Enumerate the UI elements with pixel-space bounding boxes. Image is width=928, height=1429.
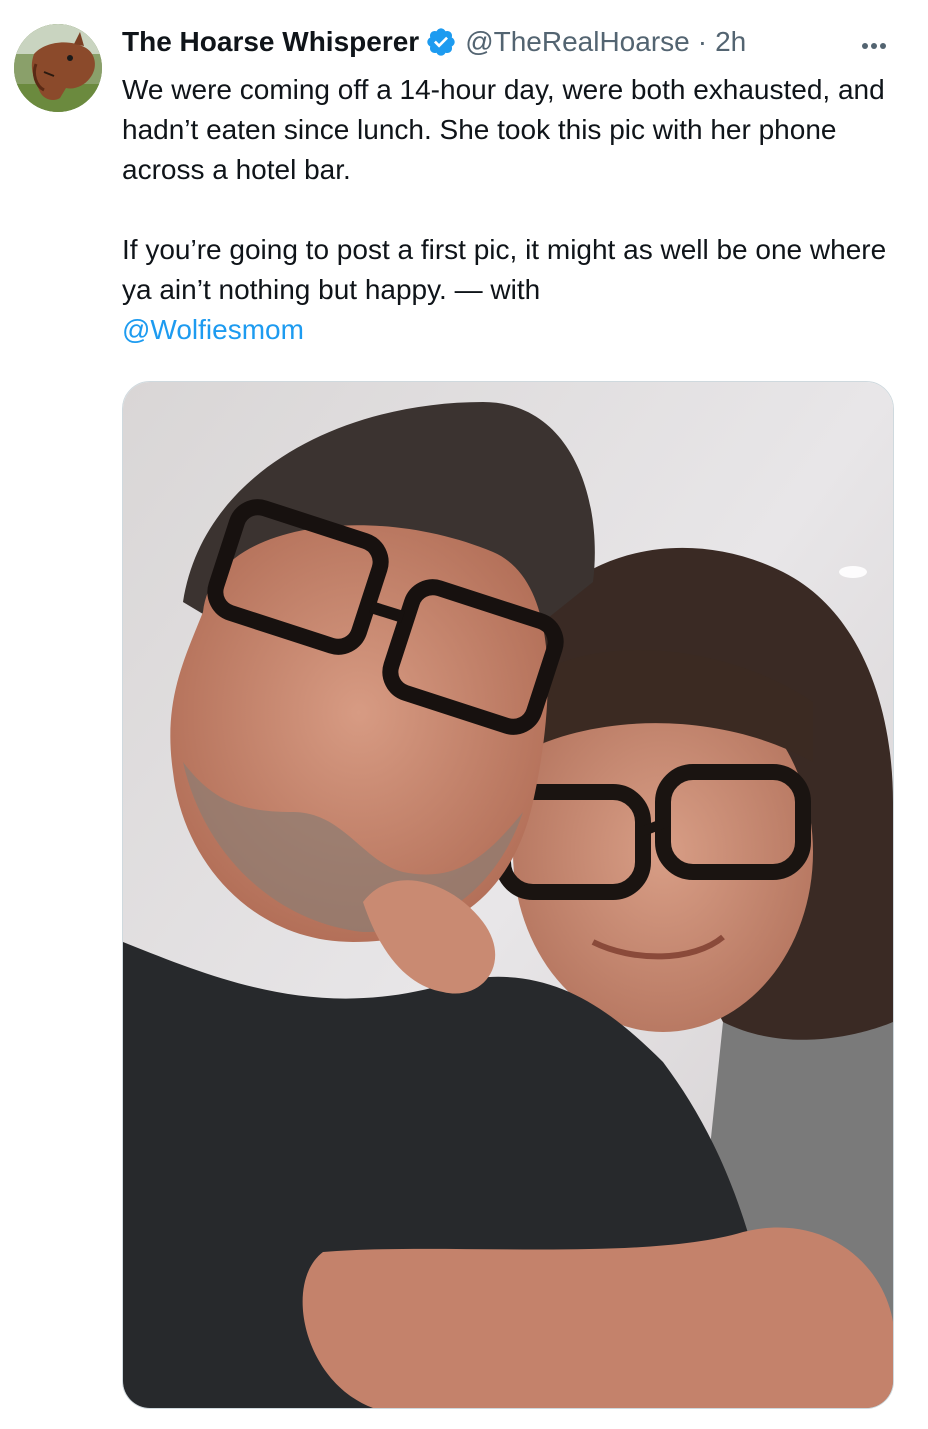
tweet-paragraph-text: If you’re going to post a first pic, it … bbox=[122, 234, 887, 305]
more-options-icon[interactable] bbox=[856, 26, 892, 62]
author-avatar[interactable] bbox=[14, 24, 102, 112]
tweet-text: We were coming off a 14-hour day, were b… bbox=[122, 70, 902, 350]
separator-dot: · bbox=[697, 26, 708, 57]
tweet-timestamp[interactable]: 2h bbox=[715, 26, 746, 58]
horse-head-avatar-icon bbox=[14, 24, 102, 112]
mention-link[interactable]: @Wolfiesmom bbox=[122, 314, 304, 345]
tweet-paragraph: We were coming off a 14-hour day, were b… bbox=[122, 74, 885, 185]
author-handle[interactable]: @TheRealHoarse bbox=[465, 26, 690, 58]
selfie-photo-image bbox=[123, 382, 893, 1408]
author-display-name[interactable]: The Hoarse Whisperer bbox=[122, 26, 419, 58]
tweet-paragraph: If you’re going to post a first pic, it … bbox=[122, 230, 902, 350]
tweet-header: The Hoarse Whisperer @TheRealHoarse · 2h bbox=[122, 22, 898, 62]
tweet-photo[interactable] bbox=[122, 381, 894, 1409]
verified-badge-icon bbox=[425, 26, 457, 58]
